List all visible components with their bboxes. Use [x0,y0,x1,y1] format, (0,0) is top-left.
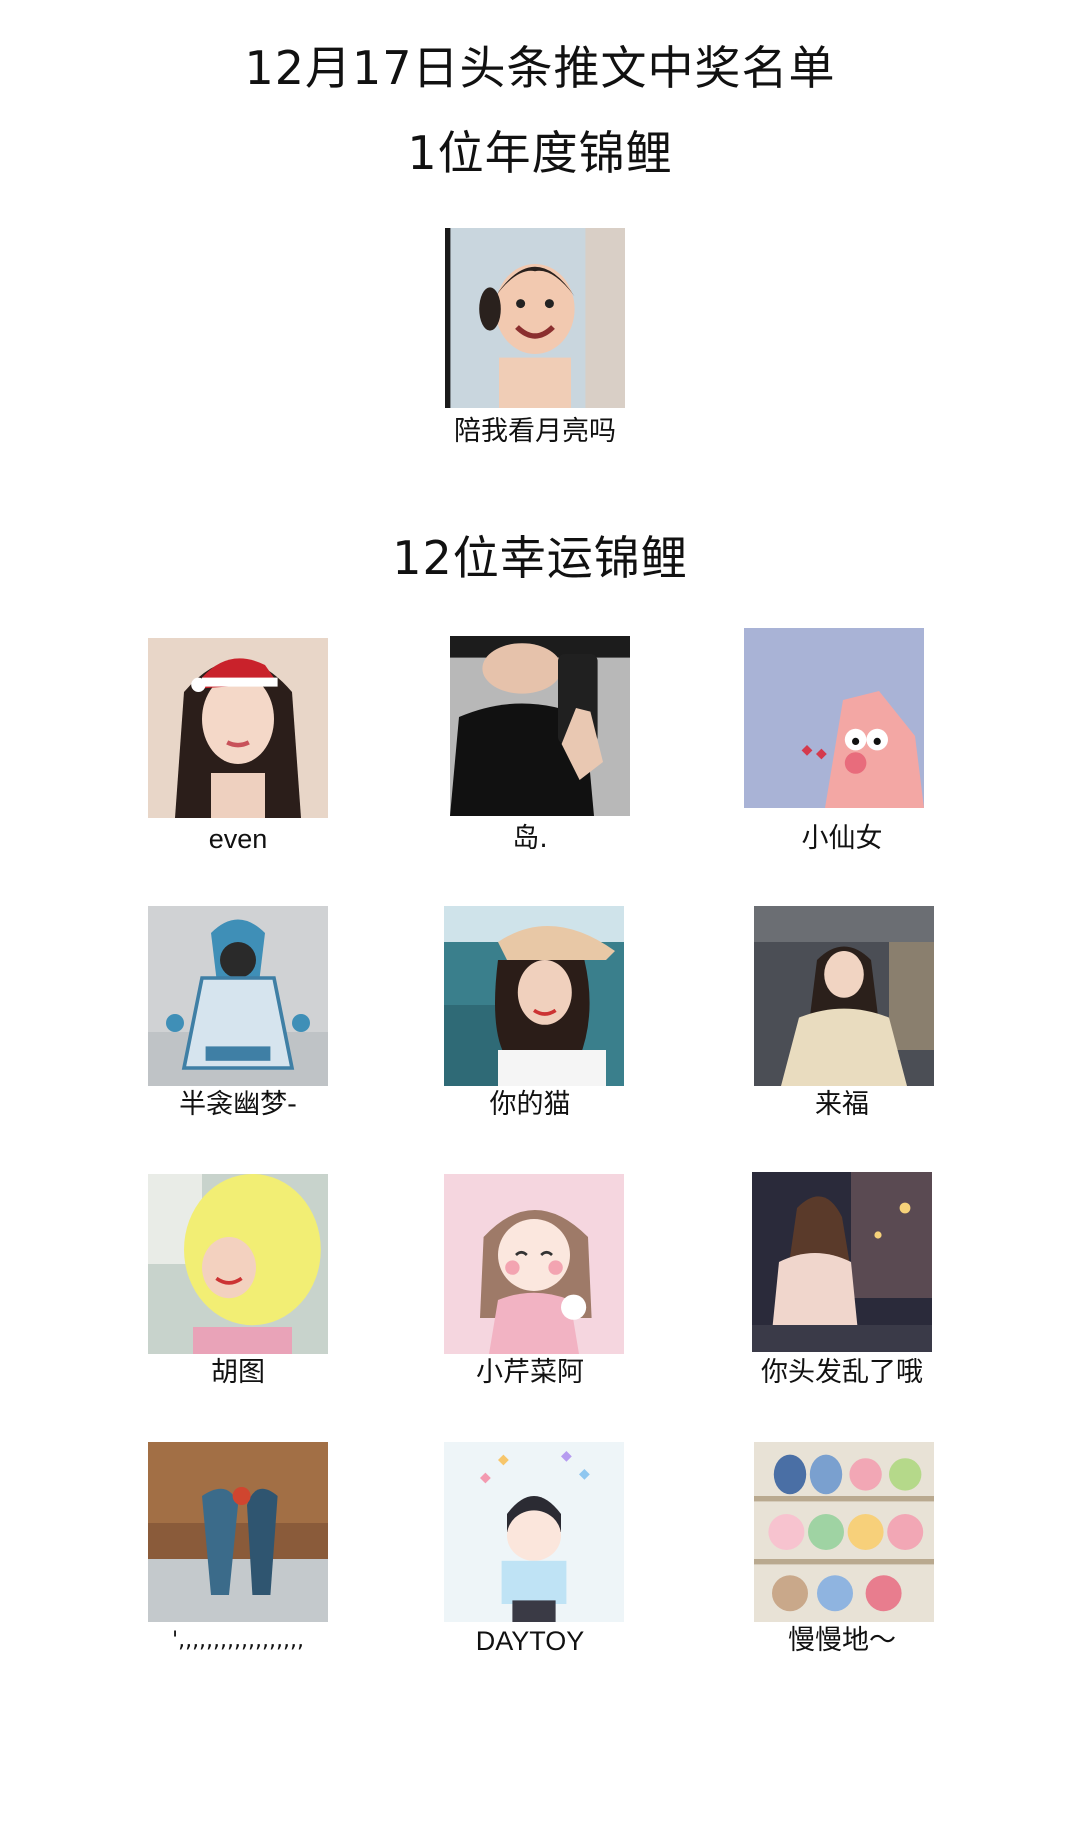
winner-name-4: 半衾幽梦- [179,1089,297,1120]
page-title: 12月17日头条推文中奖名单 [244,41,836,95]
winner-name-8: 小芹菜阿 [476,1357,584,1388]
grand-winner-name: 陪我看月亮吗 [454,416,616,447]
winner-name-1: even [208,824,268,854]
winner-name-2: 岛. [512,823,548,854]
grand-winner-avatar [445,228,625,408]
winner-avatar-7 [148,1174,328,1354]
winner-name-12: 慢慢地～ [788,1625,896,1656]
winner-name-11: DAYTOY [475,1626,585,1656]
winner-avatar-12 [754,1442,934,1622]
lucky-winners-heading: 12位幸运锦鲤 [392,531,688,585]
winner-name-5: 你的猫 [489,1089,571,1120]
winner-avatar-2 [450,636,630,816]
winner-name-6: 来福 [815,1089,869,1120]
winner-name-9: 你头发乱了哦 [761,1357,923,1388]
grand-winner-heading: 1位年度锦鲤 [407,126,673,180]
winner-avatar-1 [148,638,328,818]
winner-avatar-4 [148,906,328,1086]
winner-name-3: 小仙女 [801,823,883,854]
winner-avatar-10 [148,1442,328,1622]
winner-name-10: ',,,,,,,,,,,,,,,,,, [172,1628,304,1653]
winner-avatar-11 [444,1442,624,1622]
winner-avatar-9 [752,1172,932,1352]
winner-avatar-3 [744,628,924,808]
winner-avatar-8 [444,1174,624,1354]
winner-avatar-5 [444,906,624,1086]
winner-avatar-6 [754,906,934,1086]
winner-name-7: 胡图 [211,1357,265,1388]
